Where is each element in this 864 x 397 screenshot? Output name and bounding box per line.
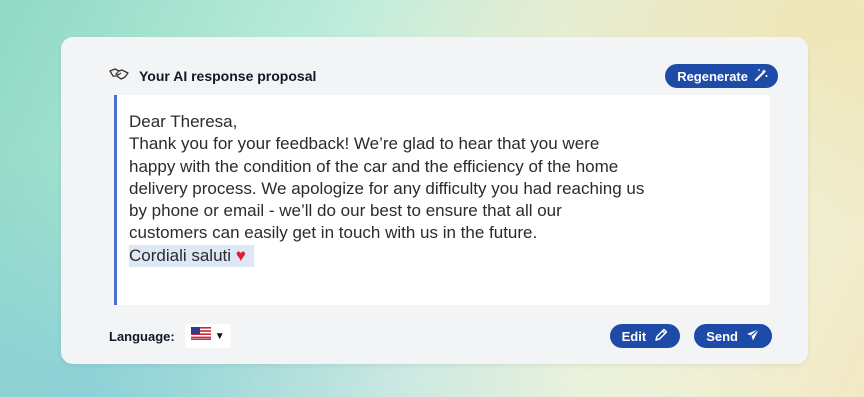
signoff-text: Cordiali saluti [129,245,232,265]
edit-label: Edit [621,328,647,344]
heart-icon: ♥ [235,245,246,265]
magic-wand-icon [754,68,768,85]
edit-button[interactable]: Edit [609,324,681,348]
message-line: happy with the condition of the car and … [129,156,619,176]
regenerate-label: Regenerate [677,68,748,84]
proposal-title: Your AI response proposal [139,68,317,84]
language-label: Language: [109,328,175,344]
response-message: Dear Theresa, Thank you for your feedbac… [129,111,758,268]
message-line: customers can easily get in touch with u… [129,223,538,243]
language-selector-group: Language: ▼ [109,324,231,348]
card-footer: Language: ▼ Edit Send [109,324,772,348]
message-line: by phone or email - we’ll do our best to… [129,201,562,221]
response-text-area[interactable]: Dear Theresa, Thank you for your feedbac… [114,95,770,305]
title-group: Your AI response proposal [109,67,316,86]
message-line: delivery process. We apologize for any d… [129,178,645,198]
regenerate-button[interactable]: Regenerate [665,64,778,88]
chevron-down-icon: ▼ [214,330,225,342]
pencil-icon [654,328,668,345]
send-button[interactable]: Send [694,324,772,348]
language-dropdown[interactable]: ▼ [184,324,231,348]
paper-plane-icon [746,328,760,345]
ai-response-card: Your AI response proposal Regenerate Dea… [61,37,808,364]
send-label: Send [706,328,738,344]
action-buttons: Edit Send [609,324,772,348]
us-flag-icon [190,327,211,345]
handshake-icon [109,67,131,86]
selected-signoff: Cordiali saluti ♥ [129,244,254,268]
card-header: Your AI response proposal Regenerate [109,64,778,88]
message-line: Thank you for your feedback! We’re glad … [129,134,600,154]
message-line: Dear Theresa, [129,112,238,131]
